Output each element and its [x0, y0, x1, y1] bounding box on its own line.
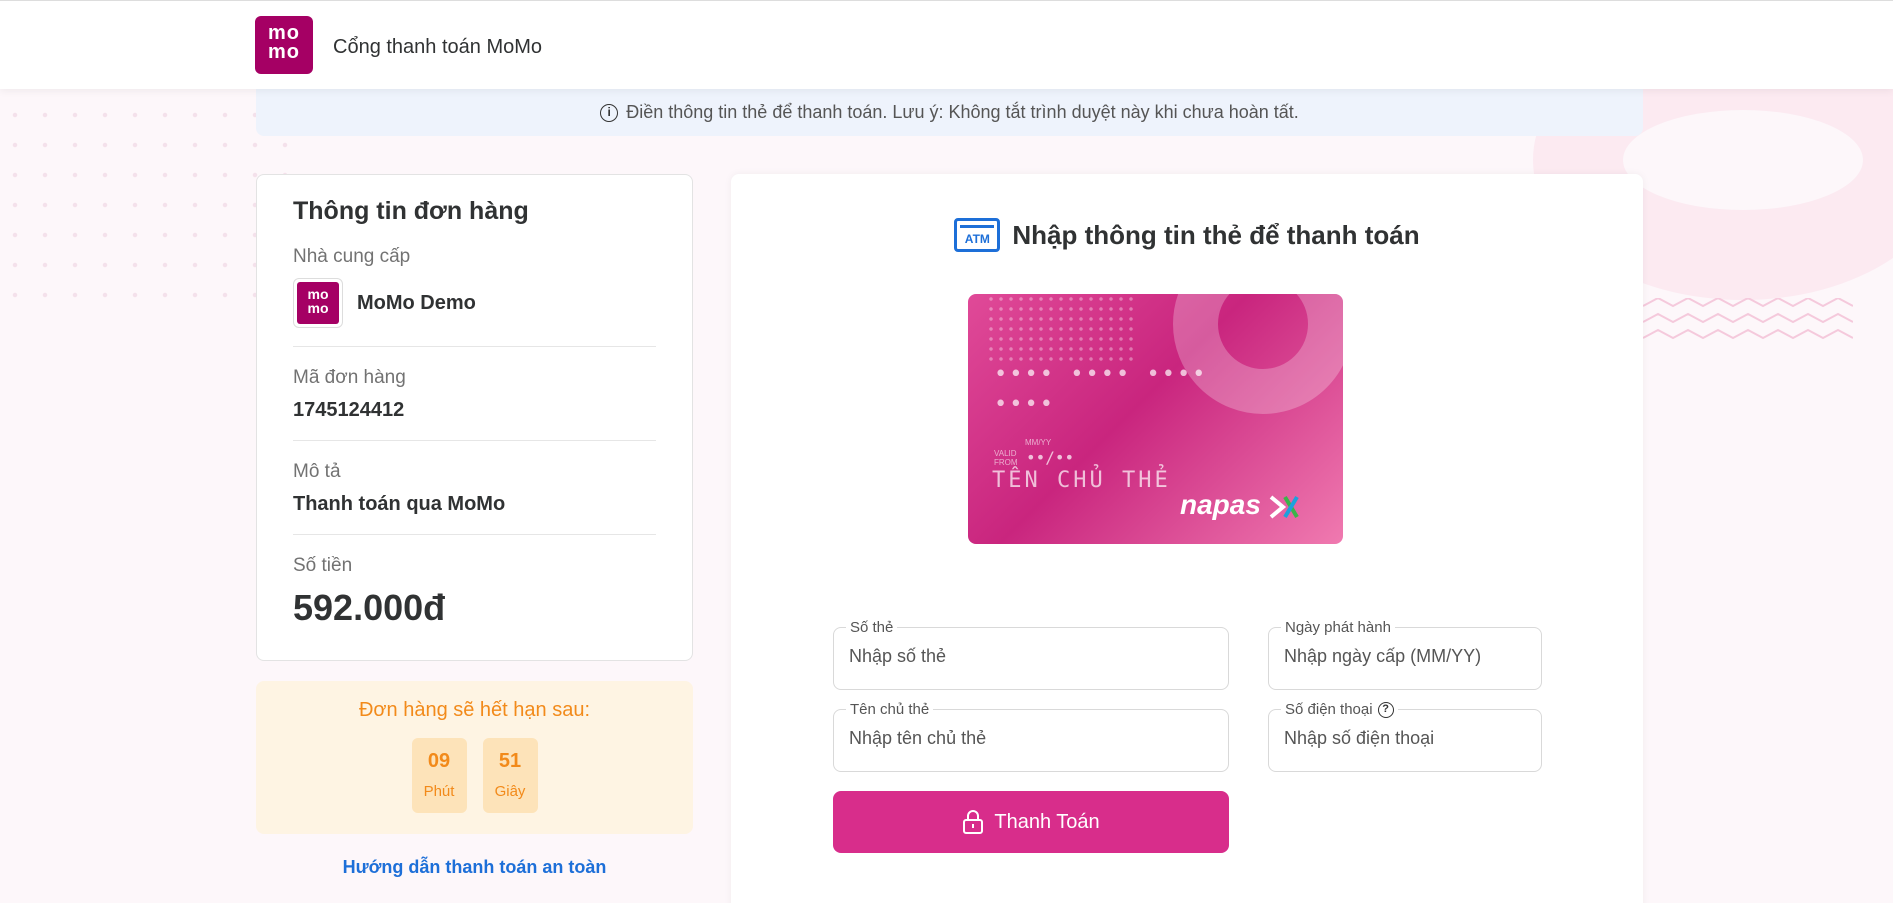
minutes-label: Phút — [423, 783, 455, 800]
card-mmyy-label: MM/YY — [1025, 438, 1052, 447]
description-label: Mô tả — [293, 461, 341, 482]
napas-x-icon — [1269, 495, 1299, 519]
napas-brand-text: napas — [1180, 489, 1261, 520]
background-dots — [0, 100, 300, 300]
seconds-value: 51 — [498, 750, 522, 772]
card-valid-from-label: VALID FROM — [994, 449, 1018, 467]
card-number-field: Số thẻ — [833, 619, 1229, 690]
payment-title-row: ATM Nhập thông tin thẻ để thanh toán — [731, 218, 1643, 252]
divider — [293, 346, 656, 347]
expiry-box: Đơn hàng sẽ hết hạn sau: 09 Phút 51 Giây — [256, 681, 693, 834]
atm-card-icon: ATM — [954, 218, 1001, 252]
provider-name: MoMo Demo — [357, 291, 476, 314]
pay-button[interactable]: Thanh Toán — [833, 791, 1229, 853]
divider — [293, 440, 656, 441]
issue-date-input[interactable] — [1284, 646, 1526, 667]
provider-logo: mo mo — [293, 278, 343, 328]
card-dots-pattern — [986, 294, 1136, 364]
background-zigzag — [1643, 298, 1853, 340]
card-number-label: Số thẻ — [846, 619, 898, 636]
countdown-timer: 09 Phút 51 Giây — [256, 738, 693, 813]
minutes-box: 09 Phút — [411, 738, 467, 813]
napas-logo: napas — [1180, 489, 1299, 521]
order-title: Thông tin đơn hàng — [293, 197, 529, 225]
momo-logo[interactable]: mo mo — [255, 16, 313, 74]
provider-row: mo mo MoMo Demo — [293, 278, 656, 328]
info-icon: i — [600, 103, 619, 122]
holder-name-field: Tên chủ thẻ — [833, 701, 1229, 772]
description: Thanh toán qua MoMo — [293, 493, 506, 515]
order-id: 1745124412 — [293, 399, 405, 421]
notice-banner: i Điền thông tin thẻ để thanh toán. Lưu … — [256, 89, 1643, 136]
notice-text: Điền thông tin thẻ để thanh toán. Lưu ý:… — [626, 102, 1299, 122]
payment-title: Nhập thông tin thẻ để thanh toán — [1012, 219, 1420, 250]
seconds-label: Giây — [494, 783, 526, 800]
order-id-label: Mã đơn hàng — [293, 367, 406, 388]
help-question-icon[interactable]: ? — [1377, 701, 1394, 718]
holder-name-label: Tên chủ thẻ — [846, 701, 934, 718]
card-expiry-mask: ••/•• — [1026, 448, 1075, 467]
card-number-input[interactable] — [849, 646, 1213, 667]
card-number-mask: •••• •••• •••• •••• — [994, 362, 1208, 417]
top-header: mo mo Cổng thanh toán MoMo — [0, 0, 1893, 89]
amount-label: Số tiền — [293, 555, 353, 576]
card-preview: •••• •••• •••• •••• MM/YY VALID FROM ••/… — [968, 294, 1343, 544]
divider — [293, 534, 656, 535]
lock-icon — [963, 810, 984, 834]
issue-date-label: Ngày phát hành — [1281, 619, 1395, 636]
header-title: Cổng thanh toán MoMo — [333, 36, 543, 58]
issue-date-field: Ngày phát hành — [1268, 619, 1542, 690]
payment-panel: ATM Nhập thông tin thẻ để thanh toán •••… — [731, 174, 1643, 903]
provider-label: Nhà cung cấp — [293, 246, 411, 267]
phone-field: Số điện thoại ? — [1268, 701, 1542, 772]
phone-input[interactable] — [1284, 728, 1526, 749]
holder-name-input[interactable] — [849, 728, 1213, 749]
safe-payment-guide-link[interactable]: Hướng dẫn thanh toán an toàn — [256, 857, 693, 878]
pay-button-label: Thanh Toán — [994, 810, 1100, 833]
phone-label-wrap: Số điện thoại ? — [1281, 701, 1398, 718]
expiry-title: Đơn hàng sẽ hết hạn sau: — [358, 699, 591, 721]
seconds-box: 51 Giây — [482, 738, 538, 813]
card-holder-placeholder: TÊN CHỦ THẺ — [992, 468, 1171, 493]
amount: 592.000đ — [293, 587, 446, 628]
minutes-value: 09 — [427, 750, 451, 772]
order-info-card: Thông tin đơn hàng Nhà cung cấp mo mo MoM… — [256, 174, 693, 661]
phone-label: Số điện thoại — [1285, 701, 1373, 718]
